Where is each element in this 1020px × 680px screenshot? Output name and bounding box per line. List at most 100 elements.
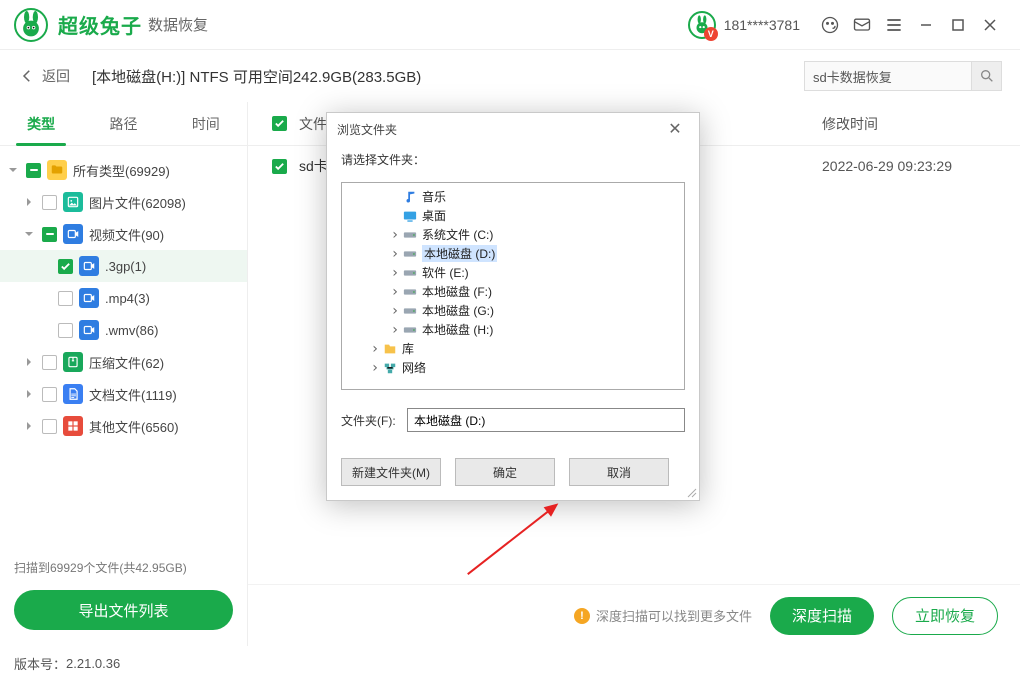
- service-icon[interactable]: [820, 15, 840, 35]
- tree-video-wmv[interactable]: .wmv(86): [0, 314, 247, 346]
- tree-label: 文档文件(1119): [89, 385, 177, 404]
- network-icon: [382, 361, 398, 375]
- vip-badge-icon: V: [704, 27, 718, 41]
- checkbox[interactable]: [58, 323, 73, 338]
- expand-icon: ›: [388, 303, 402, 319]
- folder-input[interactable]: [407, 408, 685, 432]
- checkbox-checked-icon[interactable]: [58, 259, 73, 274]
- tree-all[interactable]: 所有类型(69929): [0, 154, 247, 186]
- folder-row-g[interactable]: ›本地磁盘 (G:): [344, 301, 682, 320]
- tree-other[interactable]: 其他文件(6560): [0, 410, 247, 442]
- drive-icon: [402, 247, 418, 261]
- folder-row-c[interactable]: ›系统文件 (C:): [344, 225, 682, 244]
- tree-video-3gp[interactable]: .3gp(1): [0, 250, 247, 282]
- folder-icon: [47, 160, 67, 180]
- checkbox-checked-icon[interactable]: [272, 159, 287, 174]
- folder-row-network[interactable]: ›网络: [344, 358, 682, 377]
- tree-label: 其他文件(6560): [89, 417, 179, 436]
- chevron-right-icon: [22, 355, 36, 369]
- app-logo-icon: [14, 8, 48, 42]
- folder-row-music[interactable]: 音乐: [344, 187, 682, 206]
- dialog-titlebar[interactable]: 浏览文件夹 ✕: [327, 113, 699, 145]
- action-bar: ! 深度扫描可以找到更多文件 深度扫描 立即恢复: [248, 584, 1020, 646]
- checkbox[interactable]: [58, 291, 73, 306]
- tab-path[interactable]: 路径: [82, 102, 164, 145]
- desktop-icon: [402, 209, 418, 223]
- feedback-icon[interactable]: [852, 15, 872, 35]
- checkbox-indeterminate-icon[interactable]: [42, 227, 57, 242]
- col-mtime[interactable]: 修改时间: [822, 114, 1002, 134]
- document-icon: [63, 384, 83, 404]
- search-input[interactable]: [804, 61, 972, 91]
- resize-grip-icon[interactable]: [685, 486, 697, 498]
- chevron-right-icon: [22, 419, 36, 433]
- checkbox[interactable]: [42, 355, 57, 370]
- chevron-down-icon: [6, 163, 20, 177]
- folder-row-h[interactable]: ›本地磁盘 (H:): [344, 320, 682, 339]
- deep-scan-button[interactable]: 深度扫描: [770, 597, 874, 635]
- back-label: 返回: [42, 66, 70, 86]
- tab-time[interactable]: 时间: [165, 102, 247, 145]
- folder-row-f[interactable]: ›本地磁盘 (F:): [344, 282, 682, 301]
- drive-icon: [402, 285, 418, 299]
- tree-label: 图片文件(62098): [89, 193, 186, 212]
- disk-path: [本地磁盘(H:)] NTFS 可用空间242.9GB(283.5GB): [92, 66, 804, 87]
- search-button[interactable]: [972, 61, 1002, 91]
- folder-row-d[interactable]: ›本地磁盘 (D:): [344, 244, 682, 263]
- tree-image[interactable]: 图片文件(62098): [0, 186, 247, 218]
- export-list-button[interactable]: 导出文件列表: [14, 590, 233, 630]
- ok-button[interactable]: 确定: [455, 458, 555, 486]
- app-subtitle: 数据恢复: [148, 14, 208, 35]
- deep-scan-tip: ! 深度扫描可以找到更多文件: [574, 606, 752, 625]
- tree-video[interactable]: 视频文件(90): [0, 218, 247, 250]
- drive-icon: [402, 304, 418, 318]
- expand-icon: ›: [388, 246, 402, 262]
- chevron-right-icon: [22, 387, 36, 401]
- video-icon: [79, 320, 99, 340]
- checkbox-checked-icon[interactable]: [272, 116, 287, 131]
- sidebar: 类型 路径 时间 所有类型(69929) 图片文件(62098) 视频文件(: [0, 102, 248, 646]
- version-label: 版本号：: [14, 654, 66, 673]
- folder-row-libraries[interactable]: ›库: [344, 339, 682, 358]
- expand-icon: ›: [388, 265, 402, 281]
- drive-icon: [402, 323, 418, 337]
- tab-type[interactable]: 类型: [0, 102, 82, 145]
- dialog-title: 浏览文件夹: [337, 121, 397, 138]
- expand-icon: ›: [388, 227, 402, 243]
- account-avatar-icon[interactable]: V: [688, 11, 716, 39]
- tree-label: 所有类型(69929): [73, 161, 170, 180]
- maximize-icon[interactable]: [950, 17, 966, 33]
- tree-label: .wmv(86): [105, 323, 158, 338]
- recover-button[interactable]: 立即恢复: [892, 597, 998, 635]
- tree-doc[interactable]: 文档文件(1119): [0, 378, 247, 410]
- cancel-button[interactable]: 取消: [569, 458, 669, 486]
- checkbox[interactable]: [42, 387, 57, 402]
- new-folder-button[interactable]: 新建文件夹(M): [341, 458, 441, 486]
- folder-tree[interactable]: 音乐 桌面 ›系统文件 (C:) ›本地磁盘 (D:) ›软件 (E:) ›本地…: [341, 182, 685, 390]
- minimize-icon[interactable]: [918, 17, 934, 33]
- folder-row-desktop[interactable]: 桌面: [344, 206, 682, 225]
- checkbox[interactable]: [42, 195, 57, 210]
- checkbox-indeterminate-icon[interactable]: [26, 163, 41, 178]
- status-bar: 版本号： 2.21.0.36: [0, 646, 1020, 680]
- archive-icon: [63, 352, 83, 372]
- back-button[interactable]: 返回: [18, 66, 70, 86]
- app-title: 超级兔子: [58, 10, 142, 39]
- video-icon: [79, 256, 99, 276]
- checkbox[interactable]: [42, 419, 57, 434]
- type-tree: 所有类型(69929) 图片文件(62098) 视频文件(90) .3gp(1): [0, 146, 247, 549]
- close-icon[interactable]: [982, 17, 998, 33]
- file-mtime: 2022-06-29 09:23:29: [822, 158, 1002, 174]
- folder-row-e[interactable]: ›软件 (E:): [344, 263, 682, 282]
- close-icon[interactable]: ✕: [661, 115, 689, 143]
- tree-label: 视频文件(90): [89, 225, 164, 244]
- expand-icon: ›: [368, 341, 382, 357]
- title-bar: 超级兔子 数据恢复 V 181****3781: [0, 0, 1020, 50]
- tree-label: 压缩文件(62): [89, 353, 164, 372]
- dialog-prompt: 请选择文件夹：: [341, 151, 685, 168]
- menu-icon[interactable]: [884, 15, 904, 35]
- tree-video-mp4[interactable]: .mp4(3): [0, 282, 247, 314]
- tree-zip[interactable]: 压缩文件(62): [0, 346, 247, 378]
- drive-icon: [402, 228, 418, 242]
- music-icon: [402, 190, 418, 204]
